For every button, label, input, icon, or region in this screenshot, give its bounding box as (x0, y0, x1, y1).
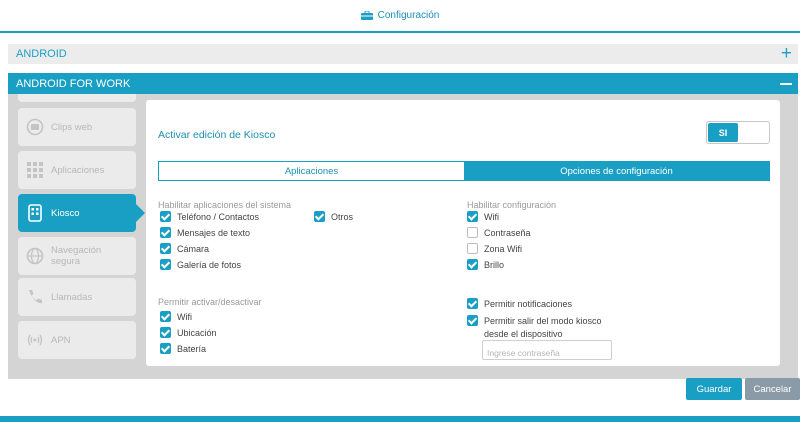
sidebar-item-navegacion-segura[interactable]: Navegación segura (18, 237, 136, 275)
sidebar-item-kiosco[interactable]: Kiosco (18, 194, 145, 232)
checkbox-label: Galería de fotos (177, 259, 242, 270)
cancel-button[interactable]: Cancelar (745, 378, 800, 400)
sidebar-item-partial[interactable] (18, 94, 136, 102)
checkbox-wifi-toggle[interactable]: Wifi (160, 310, 192, 323)
page-title: Configuración (377, 10, 440, 21)
checkbox-box[interactable] (314, 211, 325, 222)
section-android-header[interactable]: ANDROID + (8, 44, 798, 64)
plus-icon[interactable]: + (781, 44, 792, 63)
section-afw-label: ANDROID FOR WORK (16, 77, 131, 90)
sidebar-item-label: APN (51, 334, 71, 346)
checkbox-label-continuation: desde el dispositivo (484, 327, 563, 340)
checkbox-box[interactable] (160, 259, 171, 270)
system-apps-label: Habilitar aplicaciones del sistema (158, 200, 292, 210)
checkbox-telefono-contactos[interactable]: Teléfono / Contactos (160, 210, 259, 223)
sidebar-item-llamadas[interactable]: Llamadas (18, 278, 136, 316)
sidebar-item-clips-web[interactable]: Clips web (18, 108, 136, 146)
kiosk-edit-title: Activar edición de Kiosco (158, 129, 276, 141)
checkbox-label: Otros (331, 211, 354, 222)
checkbox-camara[interactable]: Cámara (160, 242, 209, 255)
app-header: Configuración (0, 0, 800, 33)
save-button[interactable]: Guardar (686, 378, 742, 400)
tab-aplicaciones[interactable]: Aplicaciones (159, 162, 464, 180)
checkbox-label: Mensajes de texto (177, 227, 251, 238)
checkbox-bateria[interactable]: Batería (160, 342, 206, 355)
kiosk-tabs: Aplicaciones Opciones de configuración (158, 161, 770, 181)
apn-icon (27, 334, 43, 346)
sidebar-item-label: Kiosco (51, 207, 80, 219)
section-afw-header[interactable]: ANDROID FOR WORK (8, 73, 798, 94)
tab-opciones-configuracion[interactable]: Opciones de configuración (464, 162, 769, 180)
checkbox-permitir-salir-kiosco[interactable]: Permitir salir del modo kiosco (467, 314, 602, 327)
toggle-on-label: SI (708, 123, 738, 142)
minus-icon[interactable] (780, 83, 792, 85)
kiosk-icon (28, 204, 42, 222)
toggle-group-label: Permitir activar/desactivar (158, 297, 262, 307)
exit-password-input[interactable]: Ingrese contraseña (482, 340, 612, 360)
checkbox-box[interactable] (467, 227, 478, 238)
sidebar-item-label: Navegación segura (51, 245, 102, 267)
checkbox-box[interactable] (467, 259, 478, 270)
checkbox-box[interactable] (160, 243, 171, 254)
apps-grid-icon (27, 162, 43, 178)
checkbox-label: Wifi (484, 211, 499, 222)
checkbox-brillo[interactable]: Brillo (467, 258, 504, 271)
sidebar-item-aplicaciones[interactable]: Aplicaciones (18, 151, 136, 189)
kiosk-edit-toggle[interactable]: SI (706, 121, 770, 144)
checkbox-label: Contraseña (484, 227, 531, 238)
checkbox-zona-wifi[interactable]: Zona Wifi (467, 242, 522, 255)
checkbox-box[interactable] (160, 343, 171, 354)
checkbox-box[interactable] (160, 327, 171, 338)
checkbox-box[interactable] (467, 315, 478, 326)
afw-panel: Clips web Aplicaciones Kiosco Navegación… (8, 94, 798, 379)
checkbox-label: Ubicación (177, 327, 217, 338)
checkbox-wifi-config[interactable]: Wifi (467, 210, 499, 223)
section-android-label: ANDROID (16, 48, 67, 60)
clips-web-icon (26, 118, 44, 136)
checkbox-label-line2: desde el dispositivo (484, 328, 563, 339)
sidebar-item-apn[interactable]: APN (18, 321, 136, 359)
phone-icon (29, 290, 42, 304)
checkbox-label: Brillo (484, 259, 505, 270)
kiosk-settings-panel: Activar edición de Kiosco SI Aplicacione… (146, 100, 780, 366)
sidebar-item-label: Aplicaciones (51, 164, 105, 176)
checkbox-ubicacion[interactable]: Ubicación (160, 326, 217, 339)
checkbox-label: Wifi (177, 311, 192, 322)
checkbox-label: Permitir notificaciones (484, 298, 573, 309)
briefcase-icon (360, 11, 373, 20)
checkbox-label: Permitir salir del modo kiosco (484, 315, 602, 326)
checkbox-label: Teléfono / Contactos (177, 211, 260, 222)
checkbox-box[interactable] (160, 211, 171, 222)
checkbox-contrasena[interactable]: Contraseña (467, 226, 531, 239)
checkbox-box[interactable] (467, 243, 478, 254)
checkbox-label: Zona Wifi (484, 243, 523, 254)
checkbox-box[interactable] (467, 211, 478, 222)
checkbox-mensajes-texto[interactable]: Mensajes de texto (160, 226, 250, 239)
bottom-accent-bar (0, 416, 800, 422)
checkbox-galeria-fotos[interactable]: Galería de fotos (160, 258, 241, 271)
checkbox-label: Cámara (177, 243, 210, 254)
sidebar-item-label: Clips web (51, 121, 93, 133)
globe-icon (26, 247, 44, 265)
checkbox-permitir-notificaciones[interactable]: Permitir notificaciones (467, 297, 572, 310)
sidebar-item-label: Llamadas (51, 291, 93, 303)
checkbox-box[interactable] (467, 298, 478, 309)
checkbox-otros[interactable]: Otros (314, 210, 353, 223)
config-label: Habilitar configuración (467, 200, 557, 210)
checkbox-box[interactable] (160, 227, 171, 238)
checkbox-box[interactable] (160, 311, 171, 322)
checkbox-label: Batería (177, 343, 207, 354)
